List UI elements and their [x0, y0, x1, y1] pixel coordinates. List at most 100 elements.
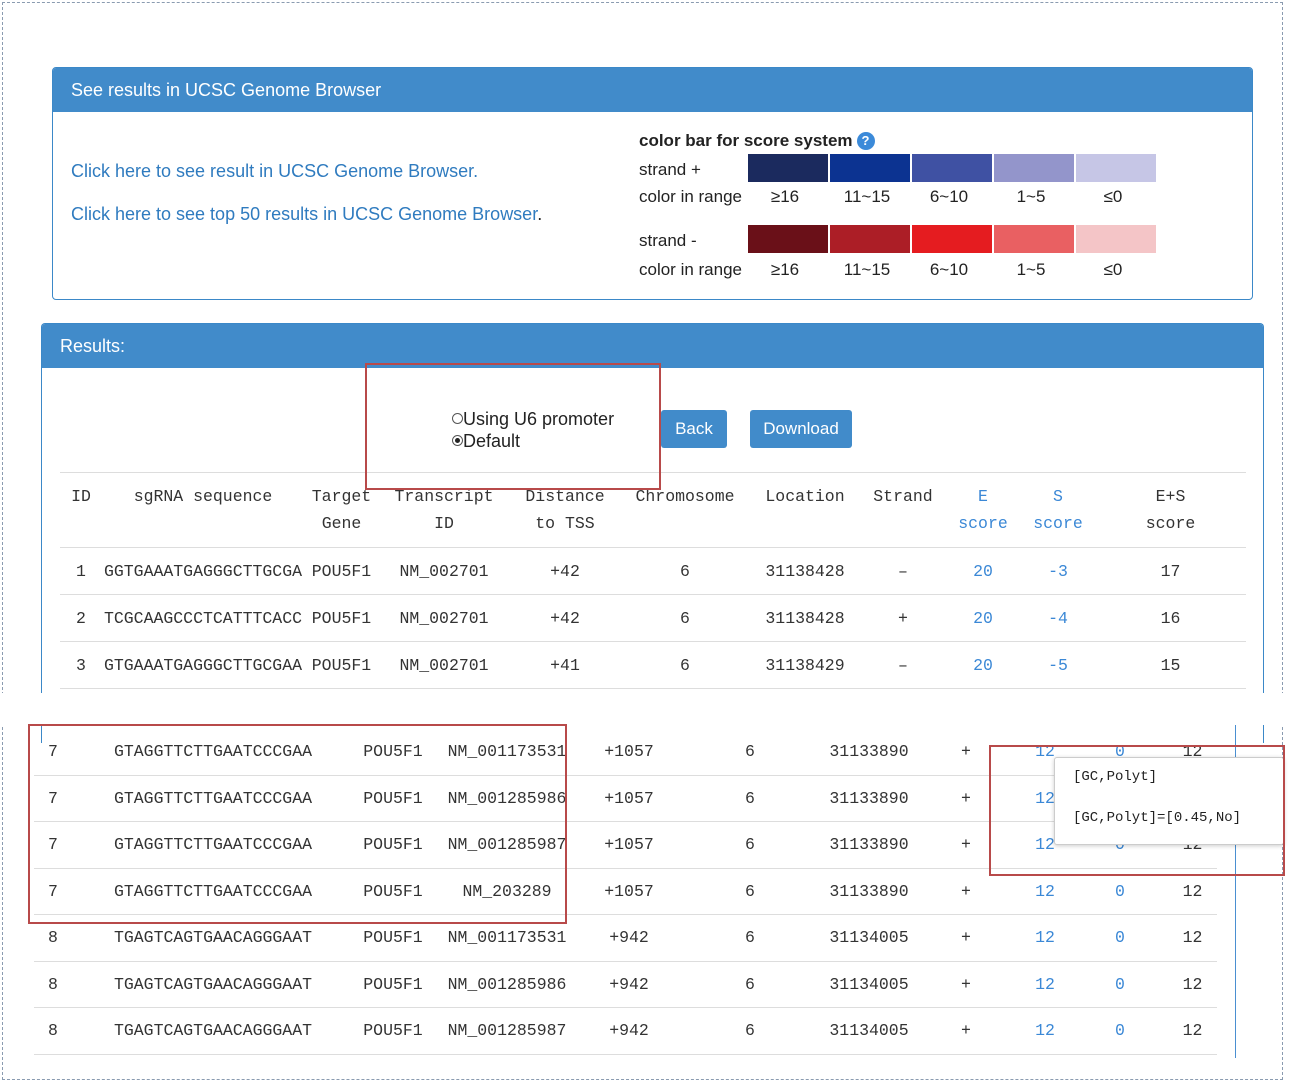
table-cell: 31134005 — [824, 1007, 914, 1055]
s-score-link[interactable]: -5 — [1021, 641, 1095, 689]
column-header-text: ID — [71, 487, 91, 506]
column-header-7: Location — [749, 472, 861, 548]
table-cell: POU5F1 — [304, 641, 379, 689]
table-cell: 6 — [676, 1007, 824, 1055]
color-bar-title-row: color bar for score system? — [639, 131, 875, 151]
plus-swatch-1 — [748, 154, 828, 182]
e-score-link[interactable]: 20 — [945, 594, 1021, 642]
table-cell: TGAGTCAGTGAACAGGGAAT — [72, 1007, 354, 1055]
table-cell: 31134005 — [824, 914, 914, 962]
table-cell: 17 — [1095, 547, 1246, 595]
table-cell: GTGAAATGAGGGCTTGCGAA — [102, 641, 304, 689]
strand-plus-ranges: ≥16 11~15 6~10 1~5 ≤0 — [745, 187, 1155, 207]
table-row: 8 TGAGTCAGTGAACAGGGAAT POU5F1 NM_001285986 +… — [34, 961, 1217, 1008]
ucsc-top50-link[interactable]: Click here to see top 50 results in UCSC… — [71, 204, 537, 224]
table-cell: POU5F1 — [304, 594, 379, 642]
e-score-link[interactable]: 20 — [945, 547, 1021, 595]
plus-range-3: 6~10 — [929, 187, 969, 206]
color-bar-title: color bar for score system — [639, 131, 853, 150]
s-score-link[interactable]: 0 — [1072, 1007, 1168, 1055]
table-cell: 1 — [60, 547, 102, 595]
plus-range-1: ≥16 — [770, 187, 800, 206]
table-cell: 16 — [1095, 594, 1246, 642]
table-cell: 6 — [676, 821, 824, 869]
table-cell: 12 — [1168, 1007, 1217, 1055]
minus-swatch-5 — [1076, 225, 1156, 253]
minus-range-2: 11~15 — [843, 260, 891, 279]
screenshot-gap — [0, 693, 1307, 725]
table-cell: 8 — [34, 961, 72, 1008]
column-header-10[interactable]: Sscore — [1021, 472, 1095, 548]
table-cell: 31138428 — [749, 594, 861, 642]
table-cell: NM_001285986 — [432, 961, 582, 1008]
range-label-plus: color in range — [639, 187, 743, 206]
table-cell: +1057 — [582, 821, 676, 869]
column-header-8: Strand — [861, 472, 945, 548]
table-cell: + — [914, 914, 1018, 962]
column-header-9[interactable]: Escore — [945, 472, 1021, 548]
strand-minus-color-bar — [748, 225, 1158, 253]
table-cell: 6 — [676, 729, 824, 776]
table-row: 2 TCGCAAGCCCTCATTTCACC POU5F1 NM_002701 +42 6… — [60, 594, 1246, 642]
table-cell: POU5F1 — [354, 1007, 432, 1055]
column-header-2: sgRNA sequence — [102, 472, 304, 548]
s-score-link[interactable]: -3 — [1021, 547, 1095, 595]
minus-swatch-2 — [830, 225, 910, 253]
table-row: 8 TGAGTCAGTGAACAGGGAAT POU5F1 NM_001285987 +… — [34, 1007, 1217, 1055]
plus-range-5: ≤0 — [1103, 187, 1123, 206]
range-label-minus: color in range — [639, 260, 743, 279]
table-cell: 3 — [60, 641, 102, 689]
download-button[interactable]: Download — [750, 410, 852, 448]
s-score-link[interactable]: -4 — [1021, 594, 1095, 642]
e-score-link[interactable]: 12 — [1018, 914, 1072, 962]
table-cell: 6 — [676, 914, 824, 962]
table-cell: TCGCAAGCCCTCATTTCACC — [102, 594, 304, 642]
results-panel-title: Results: — [42, 324, 1263, 368]
minus-swatch-4 — [994, 225, 1074, 253]
table-cell: +1057 — [582, 868, 676, 915]
table-cell: – — [861, 641, 945, 689]
table-cell: +42 — [509, 594, 621, 642]
table-cell: 12 — [1168, 961, 1217, 1008]
table-cell: + — [914, 961, 1018, 1008]
table-cell: 12 — [1168, 914, 1217, 962]
table-cell: NM_002701 — [379, 594, 509, 642]
table-cell: – — [861, 547, 945, 595]
table-cell: POU5F1 — [304, 547, 379, 595]
e-score-link[interactable]: 20 — [945, 641, 1021, 689]
e-score-link[interactable]: 12 — [1018, 1007, 1072, 1055]
table-row: 3 GTGAAATGAGGGCTTGCGAA POU5F1 NM_002701 +41 6… — [60, 641, 1246, 689]
column-header-text: sgRNA sequence — [133, 487, 273, 506]
column-header-text: Location — [765, 487, 845, 506]
plus-swatch-2 — [830, 154, 910, 182]
column-header-text: score — [1145, 514, 1196, 533]
table-cell: NM_002701 — [379, 547, 509, 595]
column-header-text: ID — [434, 514, 454, 533]
help-icon[interactable]: ? — [856, 132, 875, 150]
table-cell: NM_001285987 — [432, 1007, 582, 1055]
plus-range-2: 11~15 — [843, 187, 891, 206]
table-row: 1 GGTGAAATGAGGGCTTGCGA POU5F1 NM_002701 +42 6… — [60, 547, 1246, 595]
minus-range-1: ≥16 — [770, 260, 800, 279]
table-cell: +41 — [509, 641, 621, 689]
table-cell: 31138428 — [749, 547, 861, 595]
back-button[interactable]: Back — [661, 410, 727, 448]
ucsc-top50-suffix: . — [537, 204, 543, 224]
table-cell: 6 — [676, 961, 824, 1008]
minus-range-4: 1~5 — [1016, 260, 1046, 279]
s-score-link[interactable]: 0 — [1072, 914, 1168, 962]
table-cell: 6 — [621, 594, 749, 642]
table-cell: 31133890 — [824, 868, 914, 915]
column-header-text: score — [958, 514, 1008, 533]
table-cell: 2 — [60, 594, 102, 642]
ucsc-result-link[interactable]: Click here to see result in UCSC Genome … — [71, 161, 478, 182]
e-score-link[interactable]: 12 — [1018, 961, 1072, 1008]
ucsc-panel-title: See results in UCSC Genome Browser — [53, 68, 1252, 112]
strand-plus-label: strand + — [639, 160, 701, 179]
s-score-link[interactable]: 0 — [1072, 961, 1168, 1008]
column-header-text: Strand — [873, 487, 933, 506]
table-cell: 31133890 — [824, 775, 914, 822]
table-cell: 6 — [676, 775, 824, 822]
highlight-box-tooltip — [989, 745, 1285, 876]
table-cell: TGAGTCAGTGAACAGGGAAT — [72, 961, 354, 1008]
